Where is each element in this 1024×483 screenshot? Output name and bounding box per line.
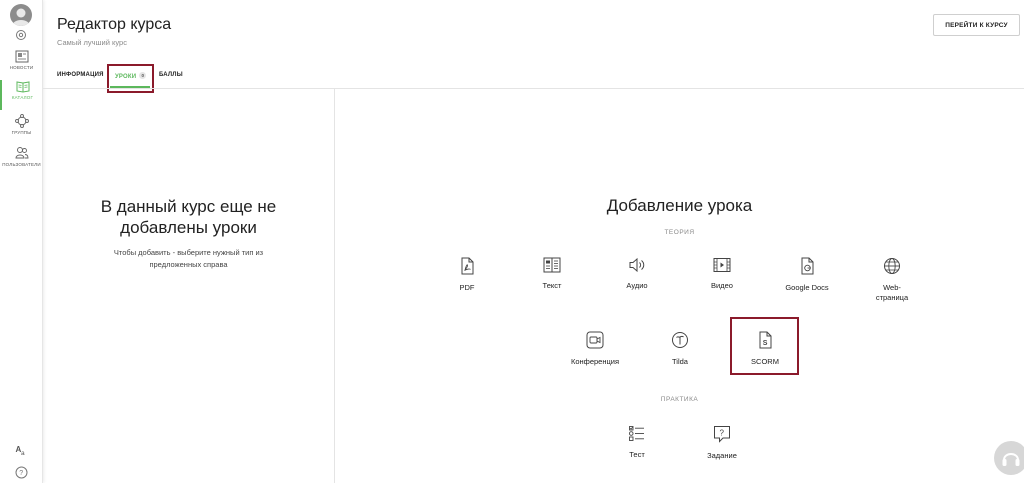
sidebar-item-label: ГРУППЫ [11,130,32,135]
empty-lessons-description: Чтобы добавить - выберите нужный тип из … [43,247,334,271]
panel-divider [334,89,335,483]
empty-desc-line1: Чтобы добавить - выберите нужный тип из [113,248,264,257]
tab-information[interactable]: ИНФОРМАЦИЯ [57,72,104,78]
lesson-type-label: Tilda [672,357,688,366]
audio-icon [629,257,645,273]
users-icon [14,147,28,159]
headset-icon [1002,453,1020,466]
page-title: Редактор курса [57,16,172,33]
lesson-type-label: Текст [542,281,562,290]
lesson-type-video[interactable]: Видео [687,257,757,291]
sidebar: НОВОСТИ КАТАЛОГ ГРУППЫ ПОЛЬЗОВАТЕЛИ A a … [0,0,43,483]
sidebar-item-label: НОВОСТИ [9,65,34,70]
pdf-icon [461,257,474,275]
lesson-type-google-docs[interactable]: Google Docs [772,257,842,293]
settings-icon[interactable] [15,29,27,41]
lesson-type-web-page[interactable]: Web- страница [857,257,927,303]
lesson-type-task[interactable]: ? Задание [687,425,757,461]
conference-icon [586,331,604,349]
lesson-type-label: PDF [459,283,475,292]
lesson-type-label: Тест [629,450,645,459]
text-icon [543,257,561,273]
lesson-type-pdf[interactable]: PDF [432,257,502,293]
empty-desc-line2: предложенных справа [149,260,228,269]
empty-title-line1: В данный курс еще не [100,197,277,216]
lesson-type-text[interactable]: Текст [517,257,587,291]
svg-text:a: a [21,450,25,456]
add-lesson-title: Добавление урока [606,196,753,215]
test-icon [629,426,644,441]
groups-icon [14,114,29,128]
sidebar-item-catalog[interactable]: КАТАЛОГ [0,80,43,110]
go-to-course-button[interactable]: ПЕРЕЙТИ К КУРСУ [933,14,1020,36]
sidebar-item-groups[interactable]: ГРУППЫ [0,114,43,144]
help-circle-icon[interactable]: ? [15,466,28,479]
sidebar-item-users[interactable]: ПОЛЬЗОВАТЕЛИ [0,146,43,176]
lesson-type-label: Web- страница [857,283,927,303]
sidebar-item-label: ПОЛЬЗОВАТЕЛИ [2,162,41,167]
lesson-type-audio[interactable]: Аудио [602,257,672,291]
web-page-label-line2: страница [875,293,909,302]
lesson-type-tilda[interactable]: Tilda [645,331,715,367]
tab-points[interactable]: БАЛЛЫ [159,72,183,78]
scorm-highlight-frame [730,317,799,375]
empty-lessons-title: В данный курс еще не добавлены уроки [43,196,334,238]
practice-section-label: ПРАКТИКА [660,396,699,403]
svg-text:?: ? [19,470,23,477]
lesson-type-label: Видео [711,281,733,290]
lesson-type-conference[interactable]: Конференция [560,331,630,367]
video-icon [713,258,731,272]
page-subtitle: Самый лучший курс [57,38,127,47]
tilda-icon [672,332,688,348]
support-chat-button[interactable] [994,441,1024,475]
lesson-type-label: Конференция [570,357,620,366]
lesson-type-label: Аудио [626,281,648,290]
header-divider [43,88,1024,89]
svg-text:?: ? [720,429,725,438]
empty-title-line2: добавлены уроки [120,218,257,237]
avatar[interactable] [10,4,32,26]
news-icon [15,50,28,63]
language-icon[interactable]: A a [15,443,28,456]
theory-section-label: ТЕОРИЯ [664,229,695,236]
task-icon: ? [714,426,730,443]
web-page-label-line1: Web- [883,283,901,292]
lesson-type-label: Задание [707,451,737,460]
google-docs-icon [801,257,814,275]
lesson-type-label: Google Docs [785,283,829,292]
catalog-icon [16,81,29,93]
web-page-icon [884,258,900,274]
sidebar-item-label: КАТАЛОГ [11,95,34,100]
lesson-type-test[interactable]: Тест [602,425,672,460]
sidebar-item-news[interactable]: НОВОСТИ [0,50,43,80]
